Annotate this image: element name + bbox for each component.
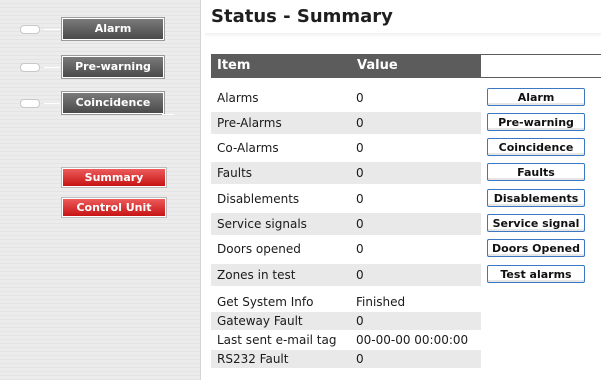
service-signal-button[interactable]: Service signal xyxy=(487,214,585,232)
status-led-icon xyxy=(20,63,40,72)
column-header-value: Value xyxy=(353,54,482,78)
table-row: Disablements 0 xyxy=(211,188,481,210)
nav-control-unit-button[interactable]: Control Unit xyxy=(61,197,167,218)
status-led-icon xyxy=(20,25,40,34)
row-item: Get System Info xyxy=(217,295,314,309)
indicator-alarm: Alarm xyxy=(14,17,165,41)
coincidence-button[interactable]: Coincidence xyxy=(487,138,585,156)
sidebar: Alarm Pre-warning Coincidence Summary Co… xyxy=(0,0,201,380)
doors-opened-button[interactable]: Doors Opened xyxy=(487,239,585,257)
indicator-coincidence: Coincidence xyxy=(14,91,174,115)
test-alarms-button[interactable]: Test alarms xyxy=(487,265,585,283)
alarm-button[interactable]: Alarm xyxy=(487,88,585,106)
row-item: Pre-Alarms xyxy=(217,116,282,130)
row-item: RS232 Fault xyxy=(217,352,289,366)
row-item: Gateway Fault xyxy=(217,314,303,328)
status-led-icon xyxy=(20,99,40,108)
row-value: 0 xyxy=(356,352,364,366)
row-item: Service signals xyxy=(217,217,307,231)
faults-button[interactable]: Faults xyxy=(487,163,585,181)
pre-warning-indicator-button[interactable]: Pre-warning xyxy=(61,55,165,79)
table-row: Service signals 0 xyxy=(211,213,481,235)
table-row: Get System Info Finished xyxy=(211,293,481,311)
column-header-actions xyxy=(481,54,601,78)
row-value: 0 xyxy=(356,91,364,105)
column-header-item: Item xyxy=(211,54,356,78)
table-row: Faults 0 xyxy=(211,162,481,184)
row-item: Last sent e-mail tag xyxy=(217,333,337,347)
row-item: Faults xyxy=(217,166,253,180)
row-item: Alarms xyxy=(217,91,259,105)
row-item: Co-Alarms xyxy=(217,141,279,155)
table-row: Alarms 0 xyxy=(211,87,481,109)
disablements-button[interactable]: Disablements xyxy=(487,189,585,207)
alarm-indicator-button[interactable]: Alarm xyxy=(61,17,165,41)
nav-summary-button[interactable]: Summary xyxy=(61,167,167,188)
table-header: Item Value xyxy=(211,54,601,78)
row-value: 0 xyxy=(356,217,364,231)
table-row: Last sent e-mail tag 00-00-00 00:00:00 xyxy=(211,331,481,349)
row-value: 0 xyxy=(356,268,364,282)
table-row: Co-Alarms 0 xyxy=(211,137,481,159)
table-row: Zones in test 0 xyxy=(211,264,481,286)
row-item: Zones in test xyxy=(217,268,296,282)
title-divider xyxy=(205,33,601,37)
table-row: Pre-Alarms 0 xyxy=(211,112,481,134)
row-value: 0 xyxy=(356,192,364,206)
row-value: Finished xyxy=(356,295,406,309)
row-value: 0 xyxy=(356,141,364,155)
row-value: 00-00-00 00:00:00 xyxy=(356,333,469,347)
row-value: 0 xyxy=(356,242,364,256)
coincidence-indicator-button[interactable]: Coincidence xyxy=(61,91,165,115)
table-row: Gateway Fault 0 xyxy=(211,312,481,330)
row-value: 0 xyxy=(356,314,364,328)
row-value: 0 xyxy=(356,166,364,180)
row-item: Disablements xyxy=(217,192,300,206)
page-title: Status - Summary xyxy=(211,6,393,27)
pre-warning-button[interactable]: Pre-warning xyxy=(487,113,585,131)
table-row: RS232 Fault 0 xyxy=(211,350,481,368)
row-value: 0 xyxy=(356,116,364,130)
table-row: Doors opened 0 xyxy=(211,238,481,260)
row-item: Doors opened xyxy=(217,242,301,256)
indicator-pre-warning: Pre-warning xyxy=(14,55,165,79)
